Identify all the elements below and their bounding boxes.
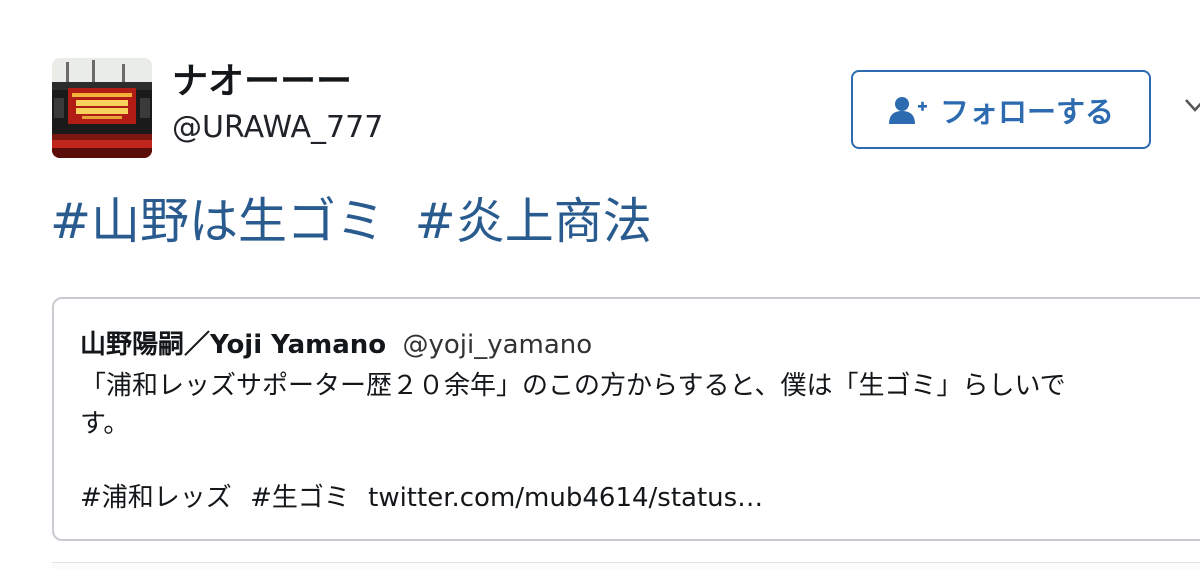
display-name[interactable]: ナオーーー: [172, 60, 352, 104]
quoted-author-handle: @yoji_yamano: [402, 330, 593, 360]
quoted-tweet-body: 「浦和レッズサポーター歴２０余年」のこの方からすると、僕は「生ゴミ」らしいで す…: [80, 367, 1200, 443]
quoted-hashtag-link[interactable]: #浦和レッズ: [80, 483, 232, 513]
quoted-url-link[interactable]: twitter.com/mub4614/status…: [368, 483, 763, 513]
quoted-tweet-links: #浦和レッズ #生ゴミ twitter.com/mub4614/status…: [80, 479, 773, 517]
tweet-page: ナオーーー @URAWA_777 フォローする #山野は生ゴミ #炎上商法 山野…: [0, 0, 1200, 569]
hashtag-link[interactable]: #炎上商法: [415, 193, 652, 250]
stadium-scoreboard-photo: [52, 58, 152, 158]
hashtag-link[interactable]: #山野は生ゴミ: [50, 193, 385, 250]
quoted-tweet-header: 山野陽嗣／Yoji Yamano @yoji_yamano: [80, 329, 592, 361]
chevron-down-icon[interactable]: [1184, 96, 1200, 114]
quoted-tweet-card[interactable]: 山野陽嗣／Yoji Yamano @yoji_yamano 「浦和レッズサポータ…: [52, 297, 1200, 541]
tweet-text: #山野は生ゴミ #炎上商法: [50, 186, 652, 258]
follow-button[interactable]: フォローする: [851, 70, 1151, 149]
follow-button-label: フォローする: [939, 94, 1114, 129]
quoted-tweet-line: す。: [80, 409, 130, 439]
divider: [52, 562, 1200, 569]
user-avatar[interactable]: [52, 58, 152, 158]
quoted-hashtag-link[interactable]: #生ゴミ: [250, 483, 350, 513]
quoted-author-name: 山野陽嗣／Yoji Yamano: [80, 330, 387, 360]
add-user-icon: [888, 96, 927, 124]
user-handle[interactable]: @URAWA_777: [172, 108, 383, 148]
quoted-tweet-line: 「浦和レッズサポーター歴２０余年」のこの方からすると、僕は「生ゴミ」らしいで: [80, 371, 1066, 401]
